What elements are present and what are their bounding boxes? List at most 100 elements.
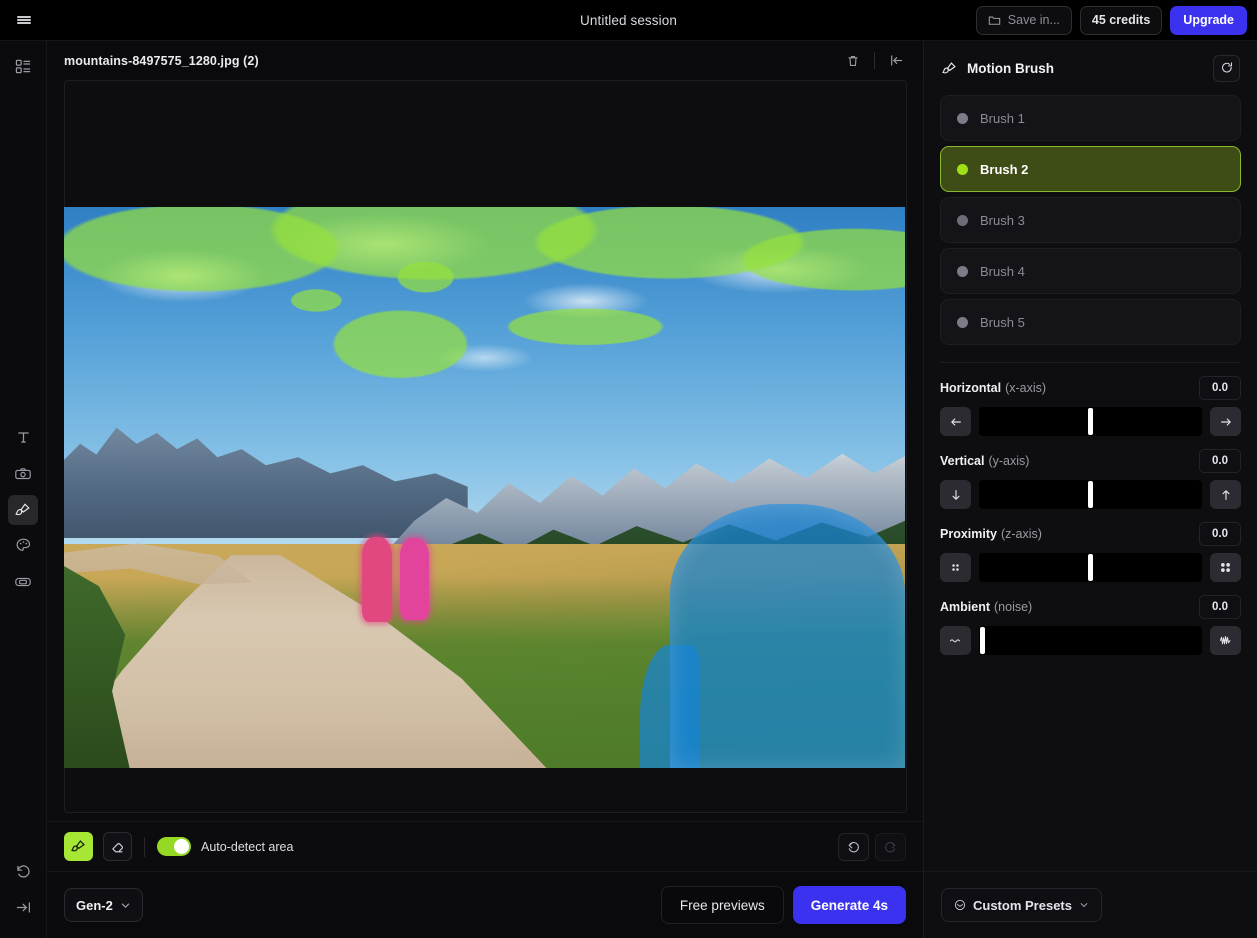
brush-color-dot: [957, 265, 968, 277]
save-in-button[interactable]: Save in...: [975, 5, 1072, 35]
credits-button[interactable]: 45 credits: [1079, 5, 1163, 35]
left-tool-rail: [0, 41, 47, 938]
free-previews-button[interactable]: Free previews: [660, 886, 784, 924]
slider-value[interactable]: 0.0: [1199, 595, 1241, 619]
canvas-column: mountains-8497575_1280.jpg (2) Auto-dete…: [47, 41, 924, 938]
presets-icon: [954, 899, 966, 911]
slider-name: Ambient: [940, 600, 990, 614]
slider-value[interactable]: 0.0: [1199, 522, 1241, 546]
slider-vertical: Vertical (y-axis) 0.0: [924, 436, 1257, 509]
canvas-area[interactable]: [47, 80, 923, 821]
chevron-down-icon: [120, 900, 131, 911]
mask-overlay-blue: [669, 504, 905, 768]
arrow-up-icon[interactable]: [1210, 480, 1241, 509]
brush-label: Brush 1: [980, 110, 1025, 126]
collapse-panel-icon[interactable]: [8, 892, 38, 922]
generate-bar: Gen-2 Free previews Generate 4s: [47, 871, 923, 938]
paintbrush-icon[interactable]: [64, 832, 93, 861]
model-select[interactable]: Gen-2: [64, 888, 143, 922]
image-preview[interactable]: [64, 207, 905, 768]
upgrade-label: Upgrade: [1183, 13, 1234, 27]
slider-track[interactable]: [979, 407, 1202, 436]
collapse-left-icon[interactable]: [883, 48, 909, 74]
toolbar-divider: [144, 836, 145, 857]
brush-label: Brush 5: [980, 314, 1025, 330]
mask-overlay-green: [64, 207, 905, 499]
toggle-knob: [174, 839, 189, 854]
slider-proximity: Proximity (z-axis) 0.0: [924, 509, 1257, 582]
slider-value[interactable]: 0.0: [1199, 449, 1241, 473]
slider-header: Vertical (y-axis) 0.0: [940, 449, 1241, 473]
arrow-left-icon[interactable]: [940, 407, 971, 436]
slider-track[interactable]: [979, 626, 1202, 655]
brush-label: Brush 4: [980, 263, 1025, 279]
credits-label: 45 credits: [1091, 13, 1151, 27]
camera-tool-icon[interactable]: [8, 459, 38, 489]
app-body: mountains-8497575_1280.jpg (2) Auto-dete…: [0, 41, 1257, 938]
undo-icon[interactable]: [838, 832, 869, 861]
text-tool-icon[interactable]: [8, 423, 38, 453]
slider-thumb[interactable]: [1088, 481, 1093, 508]
slider-track[interactable]: [979, 553, 1202, 582]
reset-icon[interactable]: [1213, 54, 1240, 82]
slider-axis: (x-axis): [1005, 381, 1047, 395]
paintbrush-icon: [941, 60, 958, 77]
autodetect-toggle[interactable]: [157, 837, 191, 856]
redo-icon[interactable]: [875, 832, 906, 861]
brush-item-3[interactable]: Brush 3: [940, 197, 1241, 243]
arrow-right-icon[interactable]: [1210, 407, 1241, 436]
frame-tool-icon[interactable]: [8, 567, 38, 597]
brush-item-2[interactable]: Brush 2: [940, 146, 1241, 192]
trash-icon[interactable]: [840, 48, 866, 74]
slider-header: Horizontal (x-axis) 0.0: [940, 376, 1241, 400]
slider-axis: (noise): [994, 600, 1033, 614]
brush-color-dot: [957, 214, 968, 226]
brush-item-5[interactable]: Brush 5: [940, 299, 1241, 345]
slider-thumb[interactable]: [1088, 408, 1093, 435]
motion-brush-tool-icon[interactable]: [8, 494, 38, 525]
arrow-down-icon[interactable]: [940, 480, 971, 509]
generate-label: Generate 4s: [810, 897, 888, 913]
top-bar-actions: Save in... 45 credits Upgrade: [975, 5, 1257, 35]
mask-overlay-magenta-person-left: [361, 536, 392, 623]
slider-name: Horizontal: [940, 381, 1002, 395]
generate-button[interactable]: Generate 4s: [792, 886, 906, 924]
upgrade-button[interactable]: Upgrade: [1170, 5, 1247, 35]
slider-value[interactable]: 0.0: [1199, 376, 1241, 400]
slider-axis: (y-axis): [988, 454, 1030, 468]
zoom-in-dots-icon[interactable]: [1210, 553, 1241, 582]
brush-item-4[interactable]: Brush 4: [940, 248, 1241, 294]
panel-header: Motion Brush: [924, 41, 1257, 95]
slider-ambient: Ambient (noise) 0.0: [924, 582, 1257, 655]
custom-presets-button[interactable]: Custom Presets: [941, 888, 1102, 922]
hamburger-menu-icon[interactable]: [0, 0, 47, 41]
brush-color-dot: [957, 316, 968, 328]
assets-grid-icon[interactable]: [8, 51, 38, 81]
autodetect-label: Auto-detect area: [201, 839, 294, 854]
brush-color-dot: [957, 163, 968, 175]
motion-brush-panel: Motion Brush Brush 1 Brush 2 Brush 3 Bru…: [924, 41, 1257, 938]
brush-history-actions: [838, 832, 906, 861]
noisy-wave-icon[interactable]: [1210, 626, 1241, 655]
slider-name: Vertical: [940, 454, 985, 468]
slider-name: Proximity: [940, 527, 997, 541]
slider-axis: (z-axis): [1000, 527, 1042, 541]
brush-label: Brush 3: [980, 212, 1025, 228]
slider-row: [940, 553, 1241, 582]
brush-list: Brush 1 Brush 2 Brush 3 Brush 4 Brush 5: [924, 95, 1257, 350]
brush-item-1[interactable]: Brush 1: [940, 95, 1241, 141]
palette-tool-icon[interactable]: [8, 531, 38, 561]
flat-wave-icon[interactable]: [940, 626, 971, 655]
eraser-icon[interactable]: [103, 832, 132, 861]
rail-bottom-tools: [0, 856, 46, 928]
slider-thumb[interactable]: [980, 627, 985, 654]
canvas-filename: mountains-8497575_1280.jpg (2): [64, 53, 259, 68]
history-reset-icon[interactable]: [8, 856, 38, 886]
slider-thumb[interactable]: [1088, 554, 1093, 581]
panel-footer: Custom Presets: [924, 871, 1257, 938]
motion-brush-app: Untitled session Save in... 45 credits U…: [0, 0, 1257, 938]
generate-actions: Free previews Generate 4s: [660, 886, 906, 924]
rail-middle-tools: [8, 423, 38, 603]
zoom-out-dots-icon[interactable]: [940, 553, 971, 582]
slider-track[interactable]: [979, 480, 1202, 509]
